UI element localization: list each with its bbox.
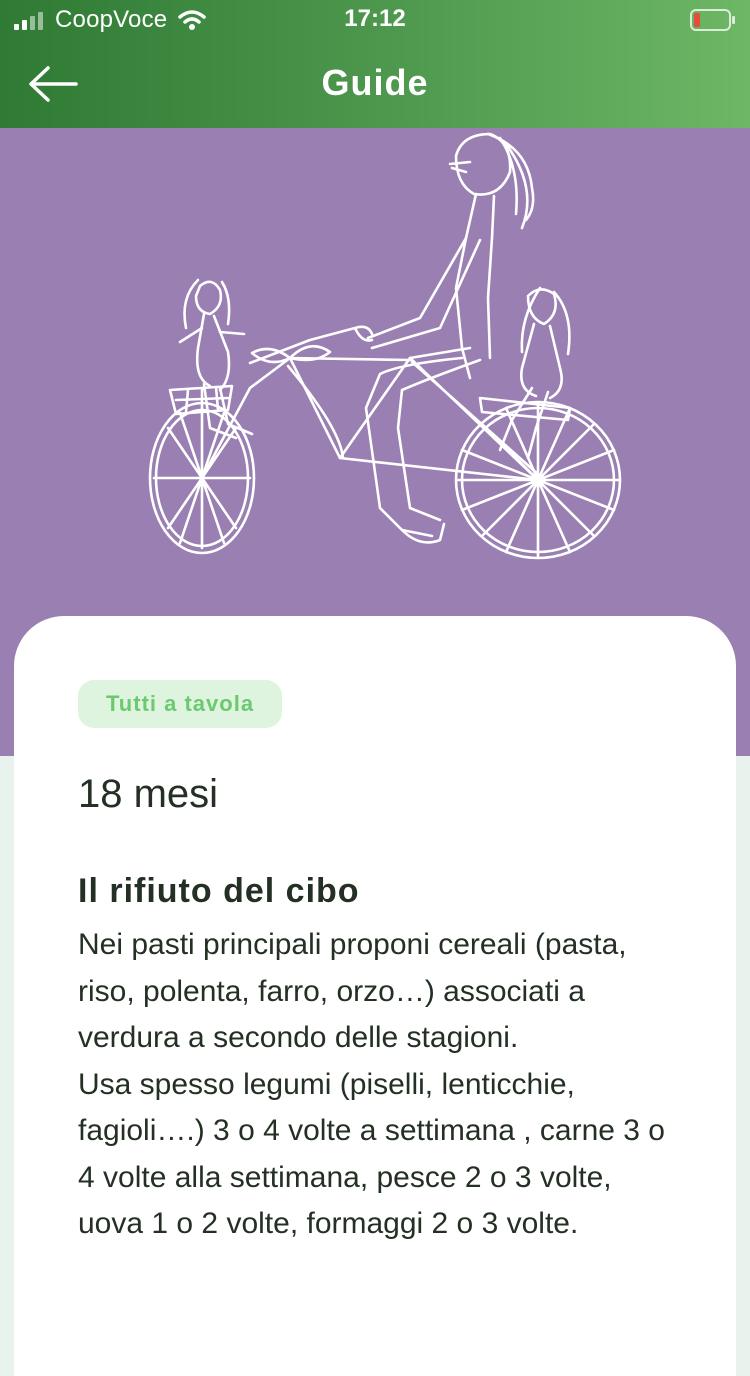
category-tag[interactable]: Tutti a tavola bbox=[78, 680, 283, 728]
status-bar: CoopVoce 17:12 bbox=[0, 0, 750, 42]
app-header: CoopVoce 17:12 Guide bbox=[0, 0, 750, 128]
article-body: Nei pasti principali proponi cereali (pa… bbox=[78, 922, 678, 1248]
bicycle-family-illustration bbox=[148, 132, 622, 560]
article-card: Tutti a tavola 18 mesi Il rifiuto del ci… bbox=[14, 616, 736, 1376]
status-time: 17:12 bbox=[344, 5, 406, 32]
page-title: Guide bbox=[321, 62, 429, 103]
article-title: Il rifiuto del cibo bbox=[78, 872, 360, 910]
article-paragraph: Nei pasti principali proponi cereali (pa… bbox=[78, 928, 627, 1054]
age-heading: 18 mesi bbox=[78, 772, 219, 816]
battery-low-icon bbox=[690, 9, 735, 31]
article-paragraph: Usa spesso legumi (piselli, lenticchie, … bbox=[78, 1067, 665, 1241]
